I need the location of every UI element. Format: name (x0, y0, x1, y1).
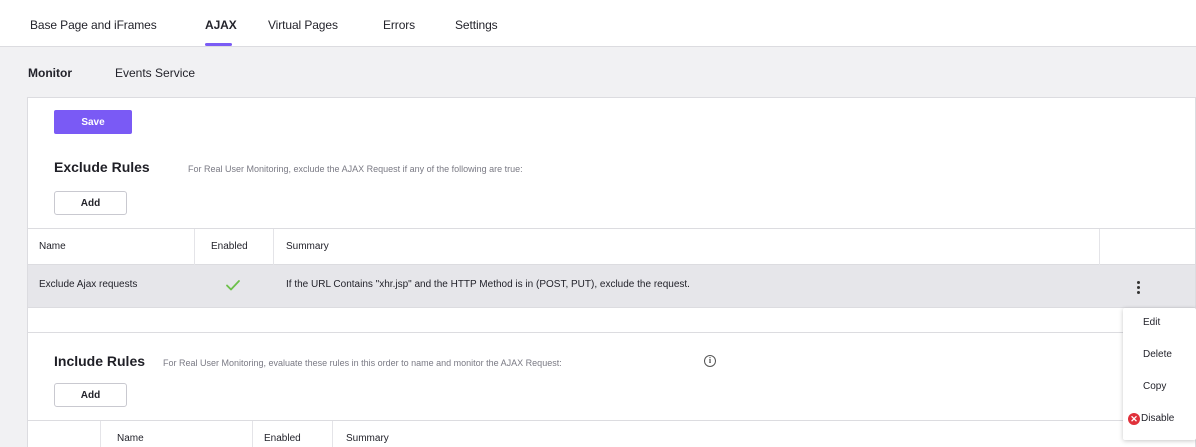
menu-item-disable-label: Disable (1141, 413, 1175, 424)
rule-summary: If the URL Contains "xhr.jsp" and the HT… (286, 279, 690, 290)
save-button[interactable]: Save (54, 110, 132, 134)
column-divider (332, 421, 333, 447)
exclude-rules-title: Exclude Rules (54, 159, 150, 175)
exclude-rules-description: For Real User Monitoring, exclude the AJ… (188, 164, 523, 174)
table-row[interactable]: Exclude Ajax requests If the URL Contain… (28, 265, 1195, 308)
menu-item-edit[interactable]: Edit (1123, 311, 1196, 335)
column-header-summary[interactable]: Summary (346, 433, 389, 444)
tab-ajax[interactable]: AJAX (205, 18, 237, 32)
column-header-summary[interactable]: Summary (286, 241, 329, 252)
column-header-name[interactable]: Name (117, 433, 144, 444)
menu-item-delete[interactable]: Delete (1123, 343, 1196, 367)
check-icon (226, 280, 240, 291)
section-divider (28, 309, 1195, 333)
column-header-enabled[interactable]: Enabled (211, 241, 248, 252)
ajax-monitor-panel: Save Exclude Rules For Real User Monitor… (27, 97, 1196, 447)
tab-events-service[interactable]: Events Service (115, 66, 195, 80)
include-table-header: Name Enabled Summary (28, 420, 1195, 447)
tab-base-page-and-iframes[interactable]: Base Page and iFrames (30, 18, 157, 32)
top-tab-bar: Base Page and iFrames AJAX Virtual Pages… (0, 0, 1196, 47)
active-tab-indicator (205, 43, 232, 46)
include-rules-title: Include Rules (54, 353, 146, 369)
column-header-enabled[interactable]: Enabled (264, 433, 301, 444)
include-add-button[interactable]: Add (54, 383, 127, 407)
column-divider (100, 421, 101, 447)
tab-errors[interactable]: Errors (383, 18, 415, 32)
close-circle-icon: ✕ (1128, 413, 1140, 425)
tab-monitor[interactable]: Monitor (28, 66, 72, 80)
rule-name: Exclude Ajax requests (39, 279, 138, 290)
exclude-add-button[interactable]: Add (54, 191, 127, 215)
include-rules-description: For Real User Monitoring, evaluate these… (163, 358, 562, 368)
menu-item-disable[interactable]: ✕ Disable (1123, 407, 1196, 431)
exclude-table-header: Name Enabled Summary (28, 228, 1195, 265)
menu-item-copy[interactable]: Copy (1123, 375, 1196, 399)
column-divider (194, 229, 195, 265)
sub-tab-bar: Monitor Events Service (0, 48, 1196, 94)
info-icon[interactable]: i (704, 355, 716, 367)
more-actions-icon[interactable] (1133, 277, 1143, 297)
tab-settings[interactable]: Settings (455, 18, 498, 32)
column-divider (273, 229, 274, 265)
column-divider (1099, 229, 1100, 265)
row-context-menu: Edit Delete Copy ✕ Disable (1123, 308, 1196, 440)
column-divider (252, 421, 253, 447)
tab-virtual-pages[interactable]: Virtual Pages (268, 18, 338, 32)
column-header-name[interactable]: Name (39, 241, 66, 252)
